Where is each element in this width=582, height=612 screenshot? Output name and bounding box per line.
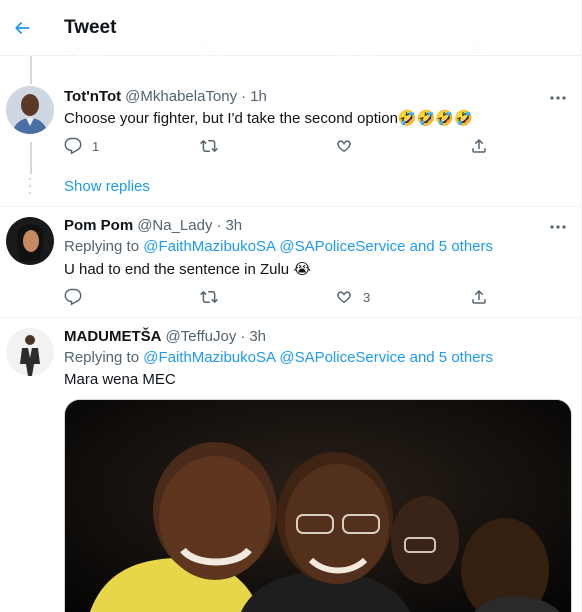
show-replies-link[interactable]: Show replies [64, 178, 150, 195]
replying-to-label: Replying to [64, 349, 140, 366]
like-button[interactable] [335, 137, 353, 155]
tweet-pompom[interactable]: Pom Pom @Na_Lady · 3h Replying to @FaithMaz… [0, 207, 581, 317]
tweet-actions: 3 [64, 288, 489, 308]
user-handle[interactable]: @MkhabelaTony [125, 88, 237, 105]
top-header: Tweet [0, 0, 581, 56]
display-name[interactable]: MADUMETŠA [64, 328, 162, 345]
user-handle[interactable]: @Na_Lady [137, 217, 212, 234]
avatar[interactable] [6, 86, 54, 134]
separator-dot: · [240, 328, 246, 345]
tweet-header: Tot'nTot @MkhabelaTony · 1h [64, 88, 267, 105]
heart-icon [337, 140, 351, 152]
tweet-actions: 1 [64, 137, 489, 157]
replying-to-targets[interactable]: @FaithMazibukoSA @SAPoliceService and 5 … [143, 238, 493, 255]
reply-button[interactable] [64, 288, 82, 306]
share-button[interactable] [470, 137, 488, 155]
emoji-loudly-crying: 😭 [293, 261, 311, 278]
retweet-icon [200, 290, 218, 304]
replying-to: Replying to @FaithMazibukoSA @SAPoliceSe… [64, 238, 493, 255]
share-button[interactable] [470, 288, 488, 306]
back-button[interactable] [2, 8, 42, 48]
tweet-media-image[interactable] [64, 399, 572, 612]
display-name[interactable]: Tot'nTot [64, 88, 121, 105]
more-dots-icon [550, 96, 566, 100]
more-options-button[interactable] [546, 217, 570, 237]
tweet-text: U had to end the sentence in Zulu 😭 [64, 260, 311, 278]
emoji-group: 🤣🤣🤣🤣 [397, 110, 473, 127]
more-dots-icon [550, 225, 566, 229]
like-button[interactable]: 3 [335, 288, 370, 306]
avatar-photo [6, 328, 54, 376]
timestamp[interactable]: 1h [250, 88, 267, 105]
thread-continuation-dots [28, 177, 32, 195]
photo-men-laughing [65, 400, 571, 612]
tweet-text-content: U had to end the sentence in Zulu [64, 261, 290, 278]
tweet-text: Choose your fighter, but I'd take the se… [64, 109, 473, 127]
user-handle[interactable]: @TeffuJoy [166, 328, 237, 345]
avatar[interactable] [6, 328, 54, 376]
display-name[interactable]: Pom Pom [64, 217, 133, 234]
separator-dot: · [216, 217, 222, 234]
reply-count: 1 [92, 138, 100, 154]
thread-line [30, 60, 32, 84]
reply-icon [64, 137, 82, 155]
timestamp[interactable]: 3h [225, 217, 242, 234]
timestamp[interactable]: 3h [249, 328, 266, 345]
separator-dot: · [241, 88, 247, 105]
thread-line [30, 142, 32, 174]
like-count: 3 [363, 289, 371, 305]
replying-to-label: Replying to [64, 238, 140, 255]
tweet-text-content: Choose your fighter, but I'd take the se… [64, 110, 398, 127]
replying-to: Replying to @FaithMazibukoSA @SAPoliceSe… [64, 349, 493, 366]
retweet-button[interactable] [200, 288, 218, 306]
tweet-text: Mara wena MEC [64, 371, 176, 388]
share-icon [472, 138, 486, 153]
tweet-thread-panel: Tweet 1 2 Tot' [0, 0, 582, 612]
retweet-icon [200, 139, 218, 153]
replying-to-targets[interactable]: @FaithMazibukoSA @SAPoliceService and 5 … [143, 349, 493, 366]
share-icon [472, 289, 486, 304]
tweet-header: Pom Pom @Na_Lady · 3h [64, 217, 242, 234]
arrow-left-icon [15, 21, 30, 34]
tweet-header: MADUMETŠA @TeffuJoy · 3h [64, 328, 266, 345]
more-options-button[interactable] [546, 88, 570, 108]
heart-icon [337, 291, 351, 303]
avatar[interactable] [6, 217, 54, 265]
avatar-photo [6, 217, 54, 265]
reply-button[interactable]: 1 [64, 137, 99, 155]
tweet-text-content: Mara wena MEC [64, 371, 176, 388]
reply-icon [64, 288, 82, 306]
retweet-button[interactable] [200, 137, 218, 155]
page-title: Tweet [64, 16, 117, 38]
avatar-photo [6, 86, 54, 134]
